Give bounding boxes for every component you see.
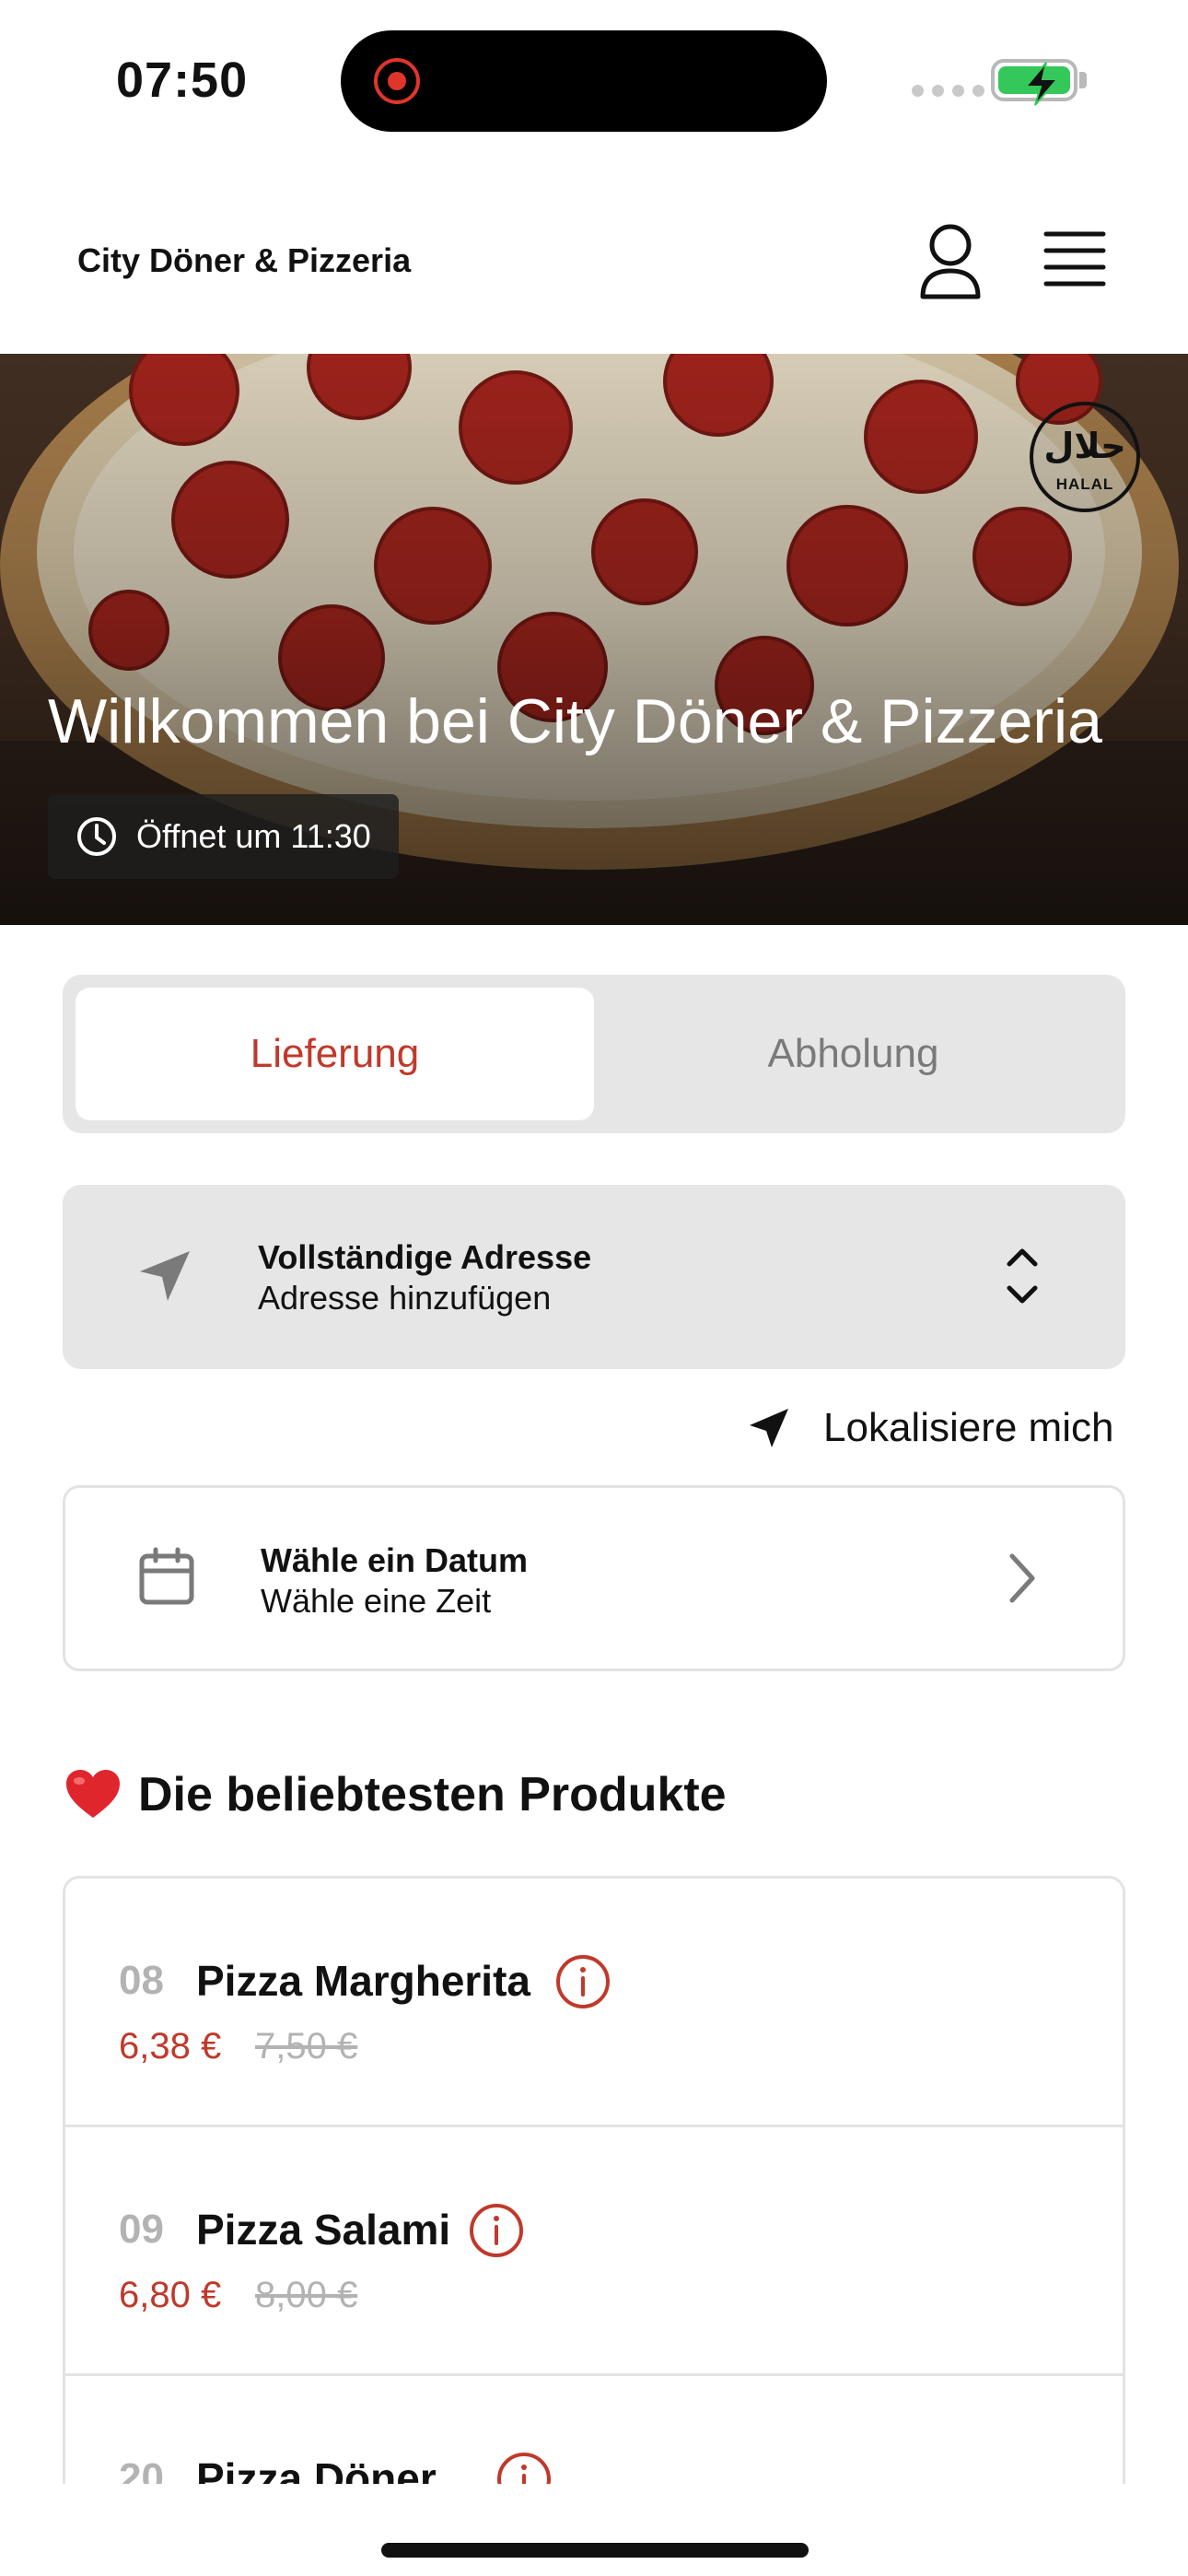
welcome-title: Willkommen bei City Döner & Pizzeria — [48, 686, 1102, 756]
date-time-selector[interactable]: Wähle ein Datum Wähle eine Zeit — [63, 1485, 1125, 1671]
clock-icon — [77, 817, 116, 856]
halal-latin-text: HALAL — [1055, 475, 1114, 493]
info-icon[interactable] — [496, 2452, 552, 2484]
user-icon[interactable] — [915, 223, 985, 302]
restaurant-name[interactable]: City Döner & Pizzeria — [77, 241, 411, 280]
popular-products-title: Die beliebtesten Produkte — [138, 1768, 727, 1821]
product-item[interactable]: 08 Pizza Margherita 6,38 € 7,50 € — [65, 1879, 1123, 2127]
product-price: 6,38 € — [119, 2026, 222, 2067]
recording-icon — [374, 58, 420, 104]
product-item[interactable]: 20 Pizza Döner — [65, 2376, 1123, 2484]
popular-products-heading: Die beliebtesten Produkte — [64, 1767, 727, 1822]
tab-pickup[interactable]: Abholung — [594, 988, 1112, 1120]
signal-icon — [912, 85, 984, 97]
address-selector[interactable]: Vollständige Adresse Adresse hinzufügen — [63, 1185, 1125, 1369]
app-header: City Döner & Pizzeria — [0, 157, 1188, 354]
heart-icon — [66, 1770, 120, 1818]
address-subtitle: Adresse hinzufügen — [258, 1279, 552, 1317]
product-old-price: 7,50 € — [255, 2026, 358, 2067]
halal-arabic-text: حلال — [1043, 426, 1126, 466]
product-name: Pizza Margherita — [196, 1957, 530, 2005]
opening-hours-text: Öffnet um 11:30 — [136, 817, 371, 855]
product-item[interactable]: 09 Pizza Salami 6,80 € 8,00 € — [65, 2127, 1123, 2376]
menu-icon[interactable] — [1042, 228, 1107, 289]
product-price: 6,80 € — [119, 2275, 222, 2315]
product-name: Pizza Salami — [196, 2206, 451, 2254]
calendar-icon — [139, 1547, 194, 1605]
status-time: 07:50 — [116, 53, 249, 108]
location-arrow-icon — [140, 1251, 190, 1301]
time-subtitle: Wähle eine Zeit — [261, 1582, 492, 1620]
status-bar: 07:50 — [0, 0, 1188, 157]
product-number: 09 — [119, 2207, 164, 2252]
date-title: Wähle ein Datum — [261, 1541, 529, 1579]
product-name: Pizza Döner — [196, 2454, 437, 2484]
tab-delivery[interactable]: Lieferung — [76, 988, 594, 1120]
product-number: 20 — [119, 2455, 164, 2484]
hero-banner: حلال HALAL Willkommen bei City Döner & P… — [0, 354, 1188, 925]
chevron-up-down-icon — [1007, 1248, 1038, 1304]
battery-cap — [1079, 72, 1087, 88]
chevron-right-icon — [1009, 1553, 1035, 1603]
address-title: Vollständige Adresse — [258, 1238, 592, 1276]
product-old-price: 8,00 € — [255, 2275, 358, 2315]
product-list: 08 Pizza Margherita 6,38 € 7,50 € 09 Piz… — [63, 1876, 1125, 2484]
battery-icon — [991, 59, 1077, 106]
home-indicator[interactable] — [381, 2543, 809, 2558]
locate-me-button[interactable]: Lokalisiere mich — [748, 1400, 1113, 1456]
info-icon[interactable] — [555, 1954, 611, 2009]
opening-hours-badge: Öffnet um 11:30 — [48, 794, 399, 879]
navigation-arrow-icon — [750, 1409, 788, 1447]
order-type-toggle: Lieferung Abholung — [63, 975, 1125, 1133]
product-number: 08 — [119, 1958, 164, 2003]
halal-logo: حلال HALAL — [1030, 402, 1140, 512]
locate-me-label: Lokalisiere mich — [823, 1405, 1114, 1450]
dynamic-island — [341, 30, 827, 132]
info-icon[interactable] — [469, 2203, 524, 2258]
